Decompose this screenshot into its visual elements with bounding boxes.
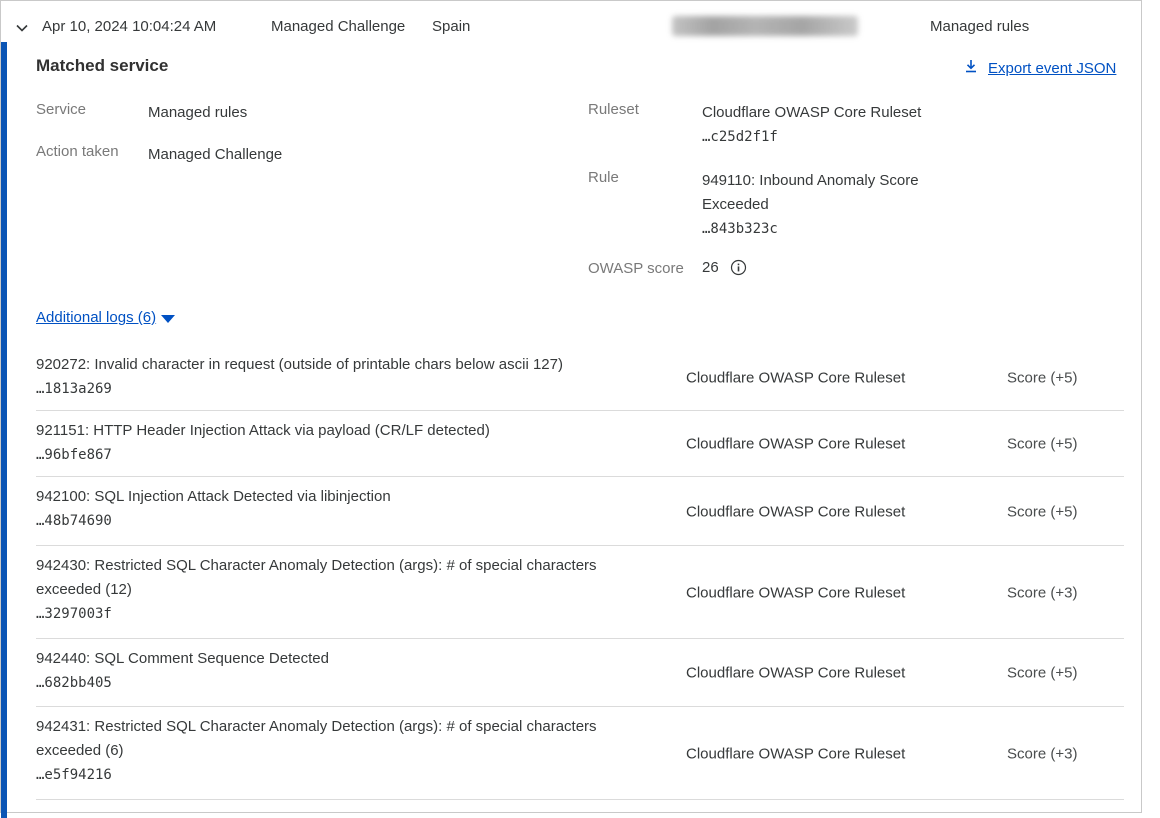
export-event-json-link[interactable]: Export event JSON: [963, 58, 1116, 78]
log-description: 942430: Restricted SQL Character Anomaly…: [36, 557, 597, 598]
log-ruleset: Cloudflare OWASP Core Ruleset: [686, 436, 905, 453]
info-icon[interactable]: [730, 259, 747, 276]
action-taken-label: Action taken: [36, 143, 119, 160]
rule-label: Rule: [588, 169, 619, 186]
log-row: 942431: Restricted SQL Character Anomaly…: [0, 707, 1142, 800]
log-ruleset: Cloudflare OWASP Core Ruleset: [686, 370, 905, 387]
log-description: 921151: HTTP Header Injection Attack via…: [36, 422, 490, 439]
log-description: 942100: SQL Injection Attack Detected vi…: [36, 488, 391, 505]
log-ruleset: Cloudflare OWASP Core Ruleset: [686, 503, 905, 520]
divider: [0, 0, 1142, 1]
log-description: 920272: Invalid character in request (ou…: [36, 356, 563, 373]
log-score: Score (+5): [1007, 370, 1077, 387]
log-rule-id: …1813a269: [36, 377, 631, 401]
export-event-json-label: Export event JSON: [988, 60, 1116, 77]
log-score: Score (+5): [1007, 665, 1077, 682]
log-description: 942431: Restricted SQL Character Anomaly…: [36, 718, 597, 759]
redacted-host-value: [672, 16, 858, 36]
rule-id: …843b323c: [702, 217, 942, 241]
log-rule-id: …e5f94216: [36, 763, 631, 787]
log-score: Score (+5): [1007, 436, 1077, 453]
service-value: Managed rules: [148, 101, 247, 125]
event-country: Spain: [432, 18, 470, 35]
log-description: 942440: SQL Comment Sequence Detected: [36, 650, 329, 667]
additional-logs-label: Additional logs (6): [36, 309, 156, 326]
log-row: 942440: SQL Comment Sequence Detected …6…: [0, 639, 1142, 707]
log-ruleset: Cloudflare OWASP Core Ruleset: [686, 665, 905, 682]
caret-down-icon: [161, 315, 175, 323]
log-score: Score (+3): [1007, 745, 1077, 762]
download-icon: [963, 58, 979, 78]
ruleset-id: …c25d2f1f: [702, 125, 942, 149]
action-taken-value: Managed Challenge: [148, 143, 282, 167]
log-score: Score (+5): [1007, 503, 1077, 520]
ruleset-value: Cloudflare OWASP Core Ruleset: [702, 104, 921, 121]
owasp-score-value: 26: [702, 259, 719, 276]
log-rule-id: …48b74690: [36, 509, 631, 533]
log-row: 942100: SQL Injection Attack Detected vi…: [0, 477, 1142, 546]
additional-logs-list: 920272: Invalid character in request (ou…: [0, 345, 1142, 800]
log-row: 920272: Invalid character in request (ou…: [0, 345, 1142, 411]
event-timestamp: Apr 10, 2024 10:04:24 AM: [42, 18, 216, 35]
event-action: Managed Challenge: [271, 18, 405, 35]
ruleset-label: Ruleset: [588, 101, 639, 118]
log-rule-id: …682bb405: [36, 671, 631, 695]
owasp-score-label: OWASP score: [588, 260, 684, 277]
log-score: Score (+3): [1007, 584, 1077, 601]
event-service: Managed rules: [930, 18, 1029, 35]
rule-value: 949110: Inbound Anomaly Score Exceeded: [702, 172, 919, 213]
service-label: Service: [36, 101, 86, 118]
log-ruleset: Cloudflare OWASP Core Ruleset: [686, 584, 905, 601]
collapse-chevron-icon[interactable]: [13, 19, 31, 37]
log-row: 921151: HTTP Header Injection Attack via…: [0, 411, 1142, 477]
matched-service-title: Matched service: [36, 56, 168, 76]
log-row: 942430: Restricted SQL Character Anomaly…: [0, 546, 1142, 639]
additional-logs-toggle[interactable]: Additional logs (6): [36, 309, 175, 326]
divider: [0, 812, 1142, 813]
event-detail-panel: Apr 10, 2024 10:04:24 AM Managed Challen…: [0, 0, 1160, 818]
log-rule-id: …96bfe867: [36, 443, 631, 467]
log-rule-id: …3297003f: [36, 602, 631, 626]
log-ruleset: Cloudflare OWASP Core Ruleset: [686, 745, 905, 762]
